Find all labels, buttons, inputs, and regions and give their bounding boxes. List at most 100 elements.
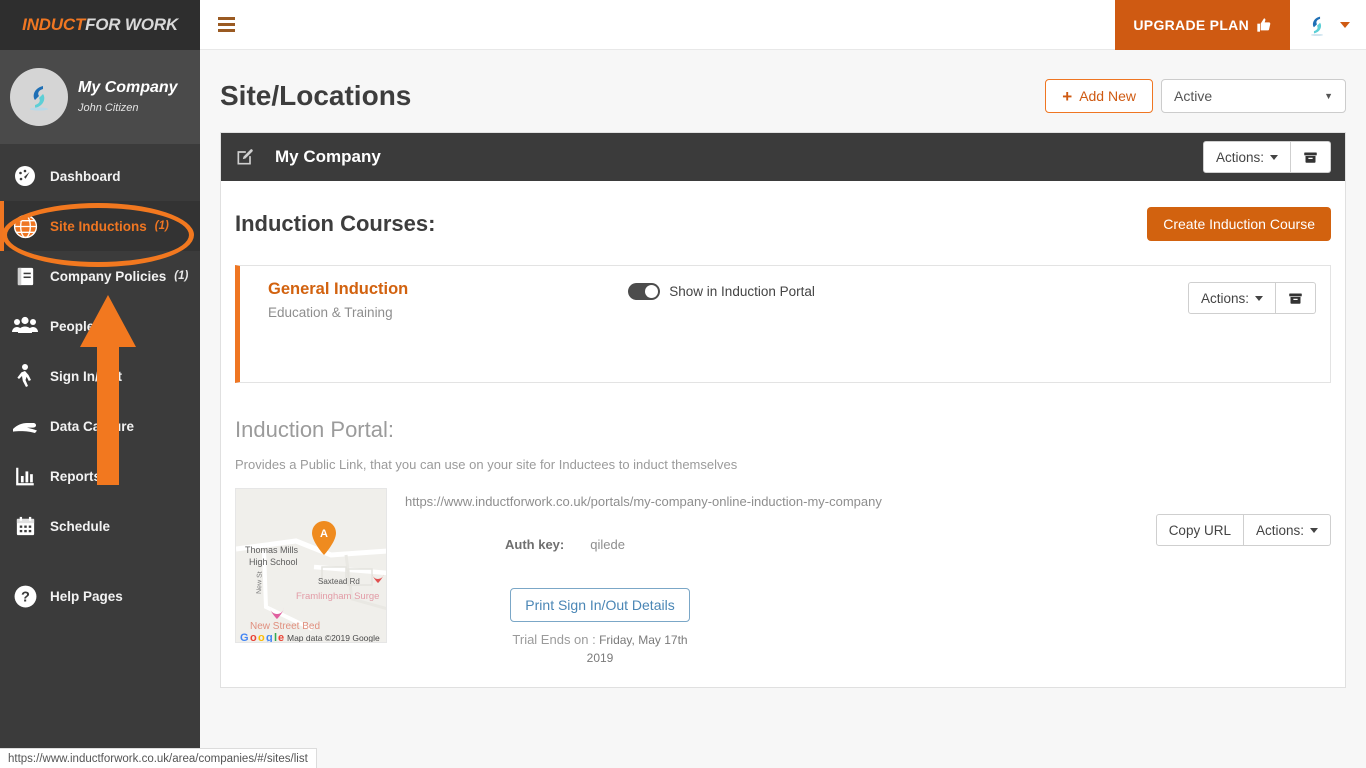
add-new-button[interactable]: + Add New xyxy=(1045,79,1153,113)
sidebar-item-schedule[interactable]: Schedule xyxy=(0,501,200,551)
map-thumbnail[interactable]: Thomas Mills High School Saxtead Rd New … xyxy=(235,488,387,643)
globe-icon xyxy=(10,214,40,239)
main-content: Site/Locations + Add New Active ▼ My Com… xyxy=(200,50,1366,768)
chevron-down-icon xyxy=(1340,21,1350,28)
show-in-portal-label: Show in Induction Portal xyxy=(669,284,815,299)
portal-actions-dropdown[interactable]: Actions: xyxy=(1243,514,1331,546)
question-mark-icon: ? xyxy=(10,584,40,609)
archive-box-icon xyxy=(1303,150,1318,165)
sidebar-item-sign-in-out[interactable]: Sign In/Out xyxy=(0,351,200,401)
svg-text:l: l xyxy=(274,632,277,643)
sidebar-item-label: Schedule xyxy=(50,518,111,534)
print-sign-in-out-button[interactable]: Print Sign In/Out Details xyxy=(510,588,690,622)
course-info: General Induction Education & Training xyxy=(268,280,408,320)
sidebar-item-company-policies[interactable]: Company Policies (1) xyxy=(0,251,200,301)
trial-info: Trial Ends on : Friday, May 17th 2019 xyxy=(500,631,700,667)
status-bar-url: https://www.inductforwork.co.uk/area/com… xyxy=(8,752,308,765)
portal-actions: Copy URL Actions: xyxy=(1155,488,1331,667)
chevron-down-icon xyxy=(1310,527,1318,533)
auth-key-label: Auth key: xyxy=(505,537,565,552)
app-root: INDUCTFOR WORK My Company John Citizen D… xyxy=(0,0,1366,768)
brand-logo[interactable]: INDUCTFOR WORK xyxy=(0,0,200,50)
sidebar-item-reports[interactable]: Reports xyxy=(0,451,200,501)
user-logo-icon xyxy=(1304,12,1330,38)
sidebar-item-dashboard[interactable]: Dashboard xyxy=(0,151,200,201)
sidebar-item-people[interactable]: People xyxy=(0,301,200,351)
copy-url-button[interactable]: Copy URL xyxy=(1155,514,1244,546)
course-card: General Induction Education & Training S… xyxy=(235,265,1331,383)
thumbs-up-icon xyxy=(1256,17,1272,33)
walking-person-icon xyxy=(10,363,40,389)
panel-body: Induction Courses: Create Induction Cour… xyxy=(221,181,1345,687)
panel-header-actions: Actions: xyxy=(1202,141,1331,173)
panel-archive-button[interactable] xyxy=(1291,141,1331,173)
panel-header: My Company Actions: xyxy=(221,133,1345,181)
svg-text:G: G xyxy=(240,632,249,643)
google-logo: Google xyxy=(240,632,284,643)
sidebar-item-label: People xyxy=(50,318,95,334)
hand-icon xyxy=(10,416,40,436)
sidebar-item-label: Reports xyxy=(50,468,102,484)
plus-icon: + xyxy=(1062,86,1073,106)
map-label: New Street Bed xyxy=(250,621,320,632)
portal-url[interactable]: https://www.inductforwork.co.uk/portals/… xyxy=(405,494,1156,509)
sidebar-item-label: Company Policies xyxy=(50,268,167,284)
sidebar-item-badge: (1) xyxy=(174,270,189,282)
chevron-down-icon xyxy=(1270,154,1278,160)
show-in-portal-toggle[interactable] xyxy=(628,283,661,300)
portal-actions-group: Copy URL Actions: xyxy=(1155,514,1331,546)
status-filter-value: Active xyxy=(1174,88,1213,104)
map-label: New St xyxy=(256,571,264,594)
page-header-actions: + Add New Active ▼ xyxy=(1045,79,1346,113)
company-logo-icon xyxy=(30,86,48,111)
sidebar-item-label: Site Inductions xyxy=(50,218,147,234)
status-bar: https://www.inductforwork.co.uk/area/com… xyxy=(0,748,317,768)
panel-title: My Company xyxy=(275,147,381,166)
panel-actions-group: Actions: xyxy=(1202,141,1331,173)
page-title: Site/Locations xyxy=(220,80,412,111)
create-induction-course-button[interactable]: Create Induction Course xyxy=(1147,207,1331,241)
hamburger-icon[interactable] xyxy=(218,14,235,35)
status-filter-select[interactable]: Active ▼ xyxy=(1161,79,1346,113)
svg-text:o: o xyxy=(258,632,265,643)
sidebar-item-label: Help Pages xyxy=(50,588,123,604)
profile-names: My Company John Citizen xyxy=(78,79,178,114)
sidebar-item-help-pages[interactable]: ? Help Pages xyxy=(0,571,200,621)
sidebar-item-label: Data Capture xyxy=(50,418,135,434)
course-actions-dropdown[interactable]: Actions: xyxy=(1187,282,1276,314)
auth-key-row: Auth key: qilede xyxy=(405,537,1156,552)
page-header: Site/Locations + Add New Active ▼ xyxy=(220,68,1346,124)
edit-pencil-icon[interactable] xyxy=(235,147,255,167)
course-actions-group: Actions: xyxy=(1187,282,1316,314)
people-icon xyxy=(10,314,40,338)
speedometer-icon xyxy=(10,164,40,188)
panel-actions-dropdown[interactable]: Actions: xyxy=(1202,141,1291,173)
course-archive-button[interactable] xyxy=(1276,282,1316,314)
topbar-right: UPGRADE PLAN xyxy=(1115,0,1366,50)
auth-key-value: qilede xyxy=(590,537,625,552)
upgrade-plan-button[interactable]: UPGRADE PLAN xyxy=(1115,0,1290,50)
induction-courses-header: Induction Courses: Create Induction Cour… xyxy=(235,207,1331,241)
panel-actions-label: Actions: xyxy=(1215,149,1264,165)
sidebar-nav: Dashboard Site Inductions (1) Company Po… xyxy=(0,145,200,621)
toggle-knob xyxy=(645,285,659,298)
print-section: Print Sign In/Out Details Trial Ends on … xyxy=(461,588,739,667)
course-subtitle: Education & Training xyxy=(268,305,393,320)
sidebar-item-data-capture[interactable]: Data Capture xyxy=(0,401,200,451)
trial-prefix: Trial Ends on : xyxy=(512,632,596,647)
induction-portal-section: Induction Portal: Provides a Public Link… xyxy=(235,383,1331,667)
brand-part-2: FOR WORK xyxy=(85,15,178,34)
portal-details: https://www.inductforwork.co.uk/portals/… xyxy=(387,488,1156,667)
sidebar-item-site-inductions[interactable]: Site Inductions (1) xyxy=(0,201,200,251)
calendar-icon xyxy=(10,515,40,538)
chevron-down-icon: ▼ xyxy=(1324,91,1333,101)
map-label: Thomas Mills xyxy=(245,545,299,555)
profile-block[interactable]: My Company John Citizen xyxy=(0,50,200,145)
map-label: Saxtead Rd xyxy=(318,577,360,586)
svg-text:e: e xyxy=(278,632,284,643)
chevron-down-icon xyxy=(1255,295,1263,301)
induction-portal-title: Induction Portal: xyxy=(235,417,394,442)
course-title[interactable]: General Induction xyxy=(268,280,408,299)
user-menu[interactable] xyxy=(1290,12,1366,38)
upgrade-plan-label: UPGRADE PLAN xyxy=(1133,16,1249,33)
